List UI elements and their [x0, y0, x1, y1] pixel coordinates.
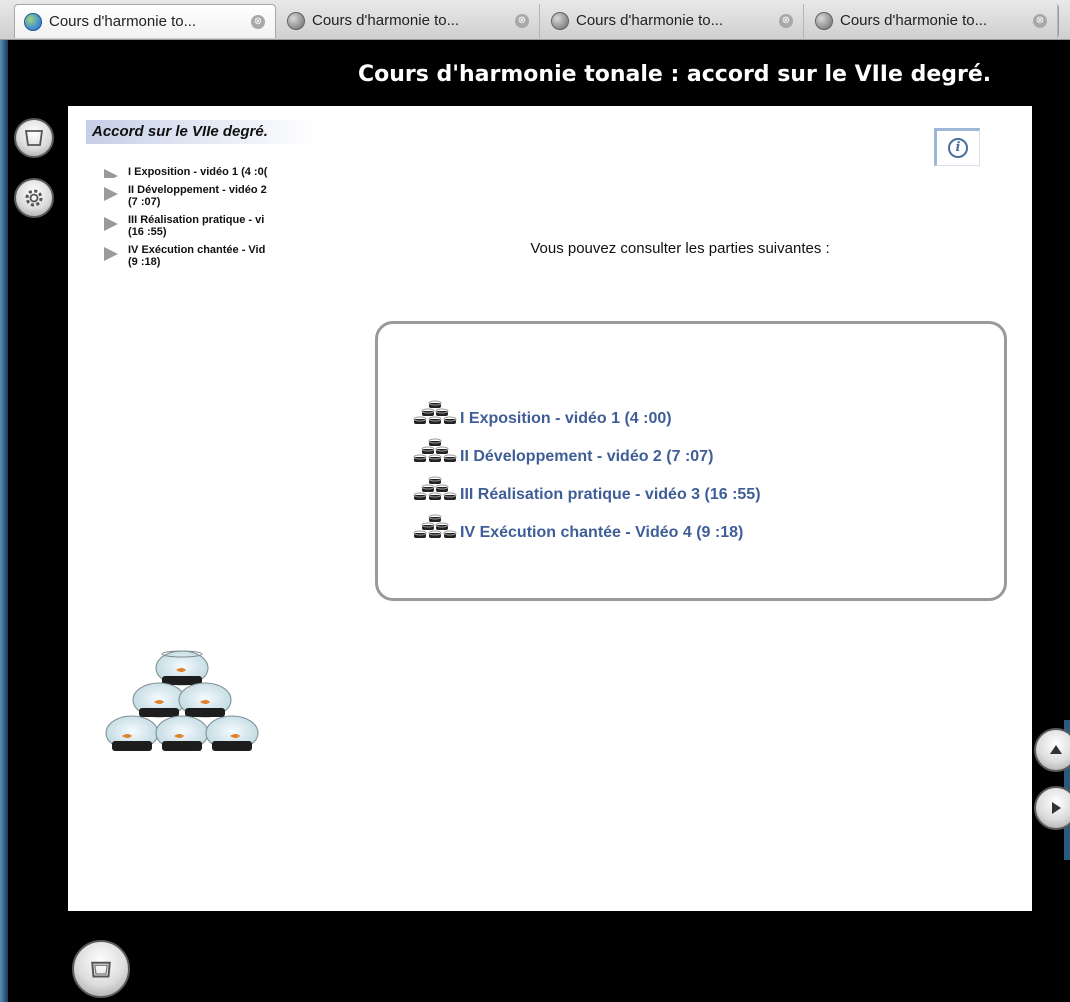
- info-button[interactable]: i: [934, 128, 980, 166]
- fishbowl-pyramid-icon: [413, 476, 457, 500]
- tab-title: Cours d'harmonie to...: [840, 12, 988, 29]
- close-icon[interactable]: ⊗: [1033, 14, 1047, 28]
- nav-up-button[interactable]: [1034, 728, 1070, 772]
- close-icon[interactable]: ⊗: [251, 15, 265, 29]
- arrow-right-icon: [104, 187, 118, 201]
- screen-icon: [91, 961, 111, 978]
- part-link-label: I Exposition - vidéo 1 (4 :00): [460, 410, 672, 427]
- triangle-up-icon: [1050, 745, 1062, 754]
- sidebar-item-label: I Exposition - vidéo 1 (4 :0(: [128, 166, 268, 178]
- window-edge-left: [0, 40, 8, 1002]
- tab-title: Cours d'harmonie to...: [312, 12, 460, 29]
- browser-tab-bar: Cours d'harmonie to... ⊗ Cours d'harmoni…: [0, 0, 1070, 40]
- sidebar-item-label: III Réalisation pratique - vi: [128, 214, 265, 226]
- gear-icon: [25, 189, 43, 207]
- triangle-right-icon: [1052, 802, 1061, 814]
- part-link-label: IV Exécution chantée - Vidéo 4 (9 :18): [460, 524, 744, 541]
- sidebar-item[interactable]: IV Exécution chantée - Vid (9 :18): [104, 244, 326, 268]
- browser-tab[interactable]: Cours d'harmonie to... ⊗: [542, 4, 804, 38]
- sidebar-item-duration: (16 :55): [128, 226, 167, 238]
- part-link-label: II Développement - vidéo 2 (7 :07): [460, 448, 714, 465]
- globe-icon: [815, 12, 833, 30]
- page-title: Cours d'harmonie tonale : accord sur le …: [358, 62, 992, 87]
- nav-next-button[interactable]: [1034, 786, 1070, 830]
- globe-icon: [24, 13, 42, 31]
- sidebar-item[interactable]: II Développement - vidéo 2 (7 :07): [104, 184, 326, 208]
- part-link[interactable]: III Réalisation pratique - vidéo 3 (16 :…: [410, 470, 761, 504]
- globe-icon: [551, 12, 569, 30]
- info-icon: i: [948, 138, 968, 158]
- fishbowl-pyramid-icon: [413, 400, 457, 424]
- close-icon[interactable]: ⊗: [779, 14, 793, 28]
- arrow-right-icon: [104, 169, 118, 178]
- fishbowl-pyramid-icon: [413, 438, 457, 462]
- globe-icon: [287, 12, 305, 30]
- browser-tab[interactable]: Cours d'harmonie to... ⊗: [806, 4, 1058, 38]
- browser-tab[interactable]: Cours d'harmonie to... ⊗: [14, 4, 276, 38]
- screen-button[interactable]: [14, 118, 54, 158]
- sidebar-item-label: II Développement - vidéo 2: [128, 184, 267, 196]
- arrow-right-icon: [104, 217, 118, 231]
- sidebar-title: Accord sur le VIIe degré.: [86, 120, 316, 144]
- part-link[interactable]: II Développement - vidéo 2 (7 :07): [410, 432, 713, 466]
- arrow-right-icon: [104, 247, 118, 261]
- screen-button[interactable]: [72, 940, 130, 998]
- tab-title: Cours d'harmonie to...: [576, 12, 724, 29]
- fishbowl-pyramid-icon: [413, 514, 457, 538]
- tab-title: Cours d'harmonie to...: [49, 13, 197, 30]
- sidebar-item-duration: (7 :07): [128, 196, 161, 208]
- fishbowl-pyramid-icon: [105, 650, 259, 751]
- part-link[interactable]: IV Exécution chantée - Vidéo 4 (9 :18): [410, 508, 743, 542]
- settings-button[interactable]: [14, 178, 54, 218]
- sidebar-item-duration: (9 :18): [128, 256, 161, 268]
- part-link[interactable]: I Exposition - vidéo 1 (4 :00): [410, 394, 672, 428]
- sidebar-item[interactable]: III Réalisation pratique - vi (16 :55): [104, 214, 326, 238]
- close-icon[interactable]: ⊗: [515, 14, 529, 28]
- sidebar-item-label: IV Exécution chantée - Vid: [128, 244, 266, 256]
- screen-icon: [24, 130, 44, 146]
- sidebar-item[interactable]: I Exposition - vidéo 1 (4 :0(: [104, 166, 326, 178]
- sidebar-nav: I Exposition - vidéo 1 (4 :0( II Dévelop…: [104, 166, 326, 274]
- tab-overflow-edge: [1058, 6, 1069, 36]
- browser-tab[interactable]: Cours d'harmonie to... ⊗: [278, 4, 540, 38]
- part-link-label: III Réalisation pratique - vidéo 3 (16 :…: [460, 486, 761, 503]
- intro-text: Vous pouvez consulter les parties suivan…: [530, 240, 830, 257]
